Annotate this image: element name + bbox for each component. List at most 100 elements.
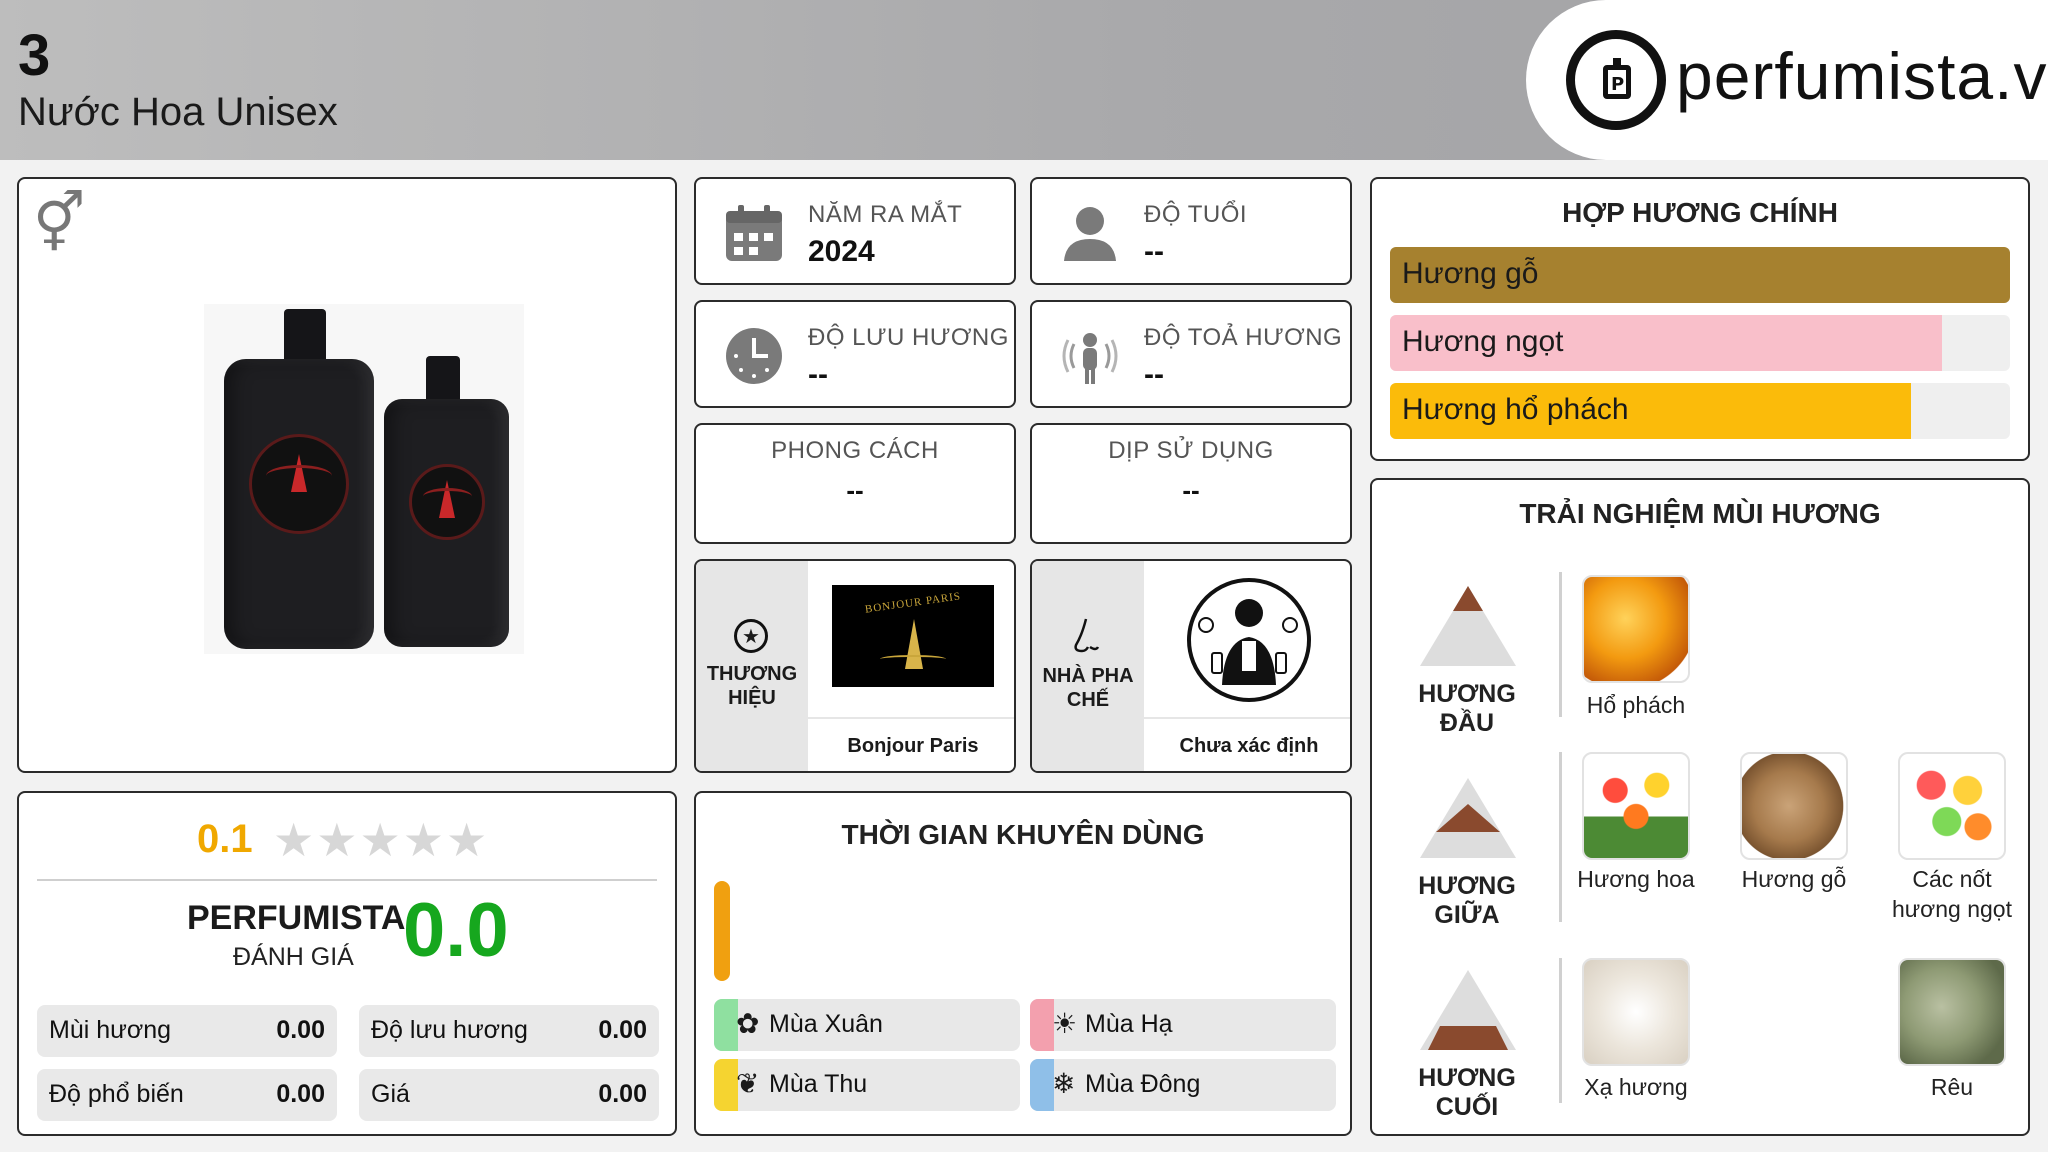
accord-label: Hương hổ phách [1402, 393, 1629, 426]
longevity-label: ĐỘ LƯU HƯƠNG [808, 324, 1009, 351]
accord-label: Hương gỗ [1402, 257, 1539, 290]
style-card: PHONG CÁCH -- [694, 423, 1016, 544]
perfumer-name[interactable]: Chưa xác định [1144, 735, 1350, 758]
usage-title: THỜI GIAN KHUYÊN DÙNG [841, 819, 1205, 850]
accord-bar[interactable]: Hương gỗ [1390, 247, 2010, 303]
accord-label: Hương ngọt [1402, 325, 1564, 358]
longevity-value: -- [808, 358, 828, 391]
longevity-card: ĐỘ LƯU HƯƠNG -- [694, 300, 1016, 408]
brand-logo-text: BONJOUR PARIS [864, 590, 962, 616]
season-label: Mùa Thu [769, 1070, 868, 1098]
note-name-woody: Hương gỗ [1741, 866, 1847, 892]
release-year-value: 2024 [808, 235, 875, 268]
brand-label-panel: ★ THƯƠNG HIỆU [696, 561, 808, 771]
rating-metric: Giá 0.00 [359, 1069, 659, 1121]
season-item[interactable]: ❦ Mùa Thu [714, 1059, 1020, 1111]
perfumer-label-1: NHÀ PHA [1042, 665, 1134, 687]
release-year-card: NĂM RA MẮT 2024 [694, 177, 1016, 285]
season-label: Mùa Đông [1085, 1070, 1201, 1098]
rating-card: 0.1 ★★★★★ PERFUMISTA ĐÁNH GIÁ 0.0 Mùi hư… [17, 791, 677, 1136]
perfumer-card[interactable]: NHÀ PHA CHẾ Chưa xác định [1030, 559, 1352, 773]
main-accords-card: HỢP HƯƠNG CHÍNH Hương gỗ Hương ngọt Hương … [1370, 177, 2030, 461]
scent-notes-card: TRẢI NGHIỆM MÙI HƯƠNG HƯƠNG ĐẦU Hổ phách… [1370, 478, 2030, 1136]
style-value: -- [846, 475, 864, 505]
season-item[interactable]: ❄ Mùa Đông [1030, 1059, 1336, 1111]
brand-label-2: HIỆU [728, 687, 776, 709]
star-badge-icon: ★ [734, 619, 768, 653]
day-usage-bar [714, 881, 730, 981]
accord-bar[interactable]: Hương ngọt [1390, 315, 2010, 371]
perfumista-score: 0.0 [403, 888, 509, 973]
leaf-icon: ❦ [736, 1067, 760, 1100]
logo-text: perfumista.vn [1676, 39, 2048, 113]
note-name-musk: Xạ hương [1584, 1074, 1688, 1100]
age-value: -- [1144, 235, 1164, 268]
brand-name[interactable]: Bonjour Paris [808, 735, 1014, 758]
season-color-strip [714, 999, 738, 1051]
note-image-woody[interactable] [1740, 752, 1848, 860]
rating-metric: Mùi hương 0.00 [37, 1005, 337, 1057]
accord-bar[interactable]: Hương hổ phách [1390, 383, 2010, 439]
flower-icon: ✿ [736, 1007, 760, 1040]
accords-title: HỢP HƯƠNG CHÍNH [1562, 197, 1838, 228]
brand-logo[interactable]: P perfumista.vn [1526, 0, 2048, 160]
usage-time-card: THỜI GIAN KHUYÊN DÙNG ✿ Mùa Xuân ☀ Mùa Hạ ❦ M… [694, 791, 1352, 1136]
season-item[interactable]: ☀ Mùa Hạ [1030, 999, 1336, 1051]
rating-metric: Độ phổ biến 0.00 [37, 1069, 337, 1121]
age-card: ĐỘ TUỔI -- [1030, 177, 1352, 285]
clock-icon [726, 328, 782, 384]
perfumer-label-2: CHẾ [1066, 689, 1110, 711]
perfumer-name-bar: Chưa xác định [1144, 717, 1350, 771]
season-label: Mùa Xuân [769, 1010, 883, 1038]
rank-number: 3 [18, 23, 51, 88]
rating-metric-label: Mùi hương [49, 1016, 172, 1044]
base-notes-label: HƯƠNG CUỐI [1418, 1064, 1516, 1121]
rating-metric-value: 0.00 [276, 1080, 325, 1108]
perfumista-label: PERFUMISTA [187, 899, 406, 937]
season-color-strip [1030, 1059, 1054, 1111]
brand-card[interactable]: ★ THƯƠNG HIỆU BONJOUR PARIS Bonjour Pari… [694, 559, 1016, 773]
rating-metric-value: 0.00 [598, 1080, 647, 1108]
notes-title: TRẢI NGHIỆM MÙI HƯƠNG [1519, 498, 1881, 529]
note-image-musk[interactable] [1582, 958, 1690, 1066]
note-name-sweet-2: hương ngọt [1891, 896, 2012, 922]
brand-name-bar: Bonjour Paris [808, 717, 1014, 771]
brand-logo-image: BONJOUR PARIS [832, 585, 994, 687]
sillage-value: -- [1144, 358, 1164, 391]
calendar-icon [726, 205, 782, 261]
note-image-sweet[interactable] [1898, 752, 2006, 860]
sillage-label: ĐỘ TOẢ HƯƠNG [1144, 324, 1343, 351]
rating-metric: Độ lưu hương 0.00 [359, 1005, 659, 1057]
snowflake-icon: ❄ [1052, 1067, 1076, 1100]
product-image-card: ⚥ [17, 177, 677, 773]
nose-icon [1074, 618, 1100, 653]
person-icon [1064, 207, 1116, 261]
note-image-moss[interactable] [1898, 958, 2006, 1066]
note-image-amber[interactable] [1582, 575, 1690, 683]
sillage-person-icon [1062, 333, 1118, 384]
middle-notes-label: HƯƠNG GIỮA [1418, 872, 1516, 929]
style-label: PHONG CÁCH [771, 437, 939, 464]
rating-metric-label: Giá [371, 1080, 410, 1108]
rating-metric-value: 0.00 [598, 1016, 647, 1044]
star-rating-icon[interactable]: ★★★★★ [273, 813, 489, 867]
note-name-sweet-1: Các nốt [1912, 866, 1992, 892]
middle-notes-pyramid-icon [1420, 778, 1516, 858]
perfumer-label-panel: NHÀ PHA CHẾ [1032, 561, 1144, 771]
season-item[interactable]: ✿ Mùa Xuân [714, 999, 1020, 1051]
user-rating-score: 0.1 [197, 817, 253, 861]
note-name-amber: Hổ phách [1586, 692, 1686, 718]
base-notes-pyramid-icon [1420, 970, 1516, 1050]
note-name-floral: Hương hoa [1577, 866, 1695, 892]
occasion-value: -- [1182, 475, 1200, 505]
note-image-floral[interactable] [1582, 752, 1690, 860]
season-color-strip [714, 1059, 738, 1111]
sillage-card: ĐỘ TOẢ HƯƠNG -- [1030, 300, 1352, 408]
rating-metric-value: 0.00 [276, 1016, 325, 1044]
release-year-label: NĂM RA MẮT [808, 201, 963, 228]
perfumer-avatar-icon [1187, 578, 1311, 702]
season-color-strip [1030, 999, 1054, 1051]
rating-metric-label: Độ phổ biến [49, 1080, 184, 1108]
age-label: ĐỘ TUỔI [1144, 201, 1248, 228]
header-bar: 3 Nước Hoa Unisex P perfumista.vn [0, 0, 2048, 160]
